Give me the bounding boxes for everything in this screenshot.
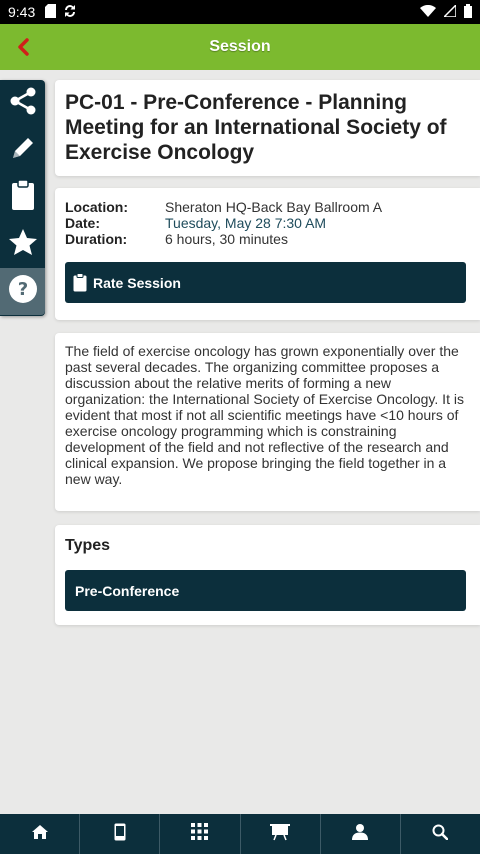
star-icon (8, 227, 38, 262)
share-icon (8, 86, 38, 121)
tab-mobile[interactable] (80, 814, 161, 854)
presentation-icon (270, 823, 291, 846)
share-button[interactable] (0, 80, 45, 127)
session-title: PC-01 - Pre-Conference - Planning Meetin… (65, 91, 447, 164)
date-row: Date: Tuesday, May 28 7:30 AM (65, 215, 466, 231)
date-value-link[interactable]: Tuesday, May 28 7:30 AM (165, 215, 326, 231)
sd-card-icon (45, 3, 57, 21)
clipboard-icon (11, 179, 35, 216)
duration-row: Duration: 6 hours, 30 minutes (65, 231, 466, 247)
bottom-navigation (0, 814, 480, 854)
date-label: Date: (65, 215, 101, 231)
clipboard-icon (73, 273, 87, 292)
type-label: Pre-Conference (75, 582, 180, 599)
pencil-icon (9, 134, 37, 167)
session-info-card: Location: Sheraton HQ-Back Bay Ballroom … (55, 188, 480, 320)
type-pre-conference-button[interactable]: Pre-Conference (65, 570, 466, 611)
duration-value: 6 hours, 30 minutes (165, 231, 288, 247)
tab-grid[interactable] (160, 814, 241, 854)
notes-button[interactable] (0, 127, 45, 174)
location-value: Sheraton HQ-Back Bay Ballroom A (165, 199, 383, 215)
help-icon: ? (8, 274, 38, 309)
types-card: Types Pre-Conference (55, 525, 480, 625)
tab-speakers[interactable] (321, 814, 401, 854)
battery-icon (464, 3, 472, 21)
session-title-card: PC-01 - Pre-Conference - Planning Meetin… (55, 80, 480, 176)
rate-session-button[interactable]: Rate Session (65, 262, 466, 303)
types-heading: Types (65, 537, 111, 554)
mobile-icon (114, 823, 126, 846)
duration-label: Duration: (65, 231, 128, 247)
signal-icon (442, 3, 457, 20)
svg-text:?: ? (17, 279, 27, 300)
location-row: Location: Sheraton HQ-Back Bay Ballroom … (65, 199, 466, 215)
session-description: The field of exercise oncology has grown… (65, 343, 464, 487)
wifi-icon (420, 4, 436, 20)
location-label: Location: (65, 199, 128, 215)
person-icon (351, 823, 369, 846)
action-sidebar: ? (0, 80, 45, 316)
status-bar: 9:43 (0, 0, 480, 24)
rate-session-label: Rate Session (93, 274, 181, 291)
back-arrow-icon[interactable] (12, 35, 36, 59)
tab-home[interactable] (0, 814, 81, 854)
page-title: Session (209, 38, 271, 55)
status-time: 9:43 (8, 4, 36, 20)
search-icon (432, 824, 449, 845)
app-bar: Session (0, 24, 480, 70)
favorite-button[interactable] (0, 221, 45, 268)
survey-button[interactable] (0, 174, 45, 221)
description-card: The field of exercise oncology has grown… (55, 333, 480, 511)
tab-presentation[interactable] (241, 814, 321, 854)
grid-icon (191, 823, 209, 845)
sync-icon (64, 4, 76, 21)
tab-search[interactable] (401, 814, 480, 854)
help-button[interactable]: ? (0, 268, 45, 315)
home-icon (31, 824, 49, 845)
